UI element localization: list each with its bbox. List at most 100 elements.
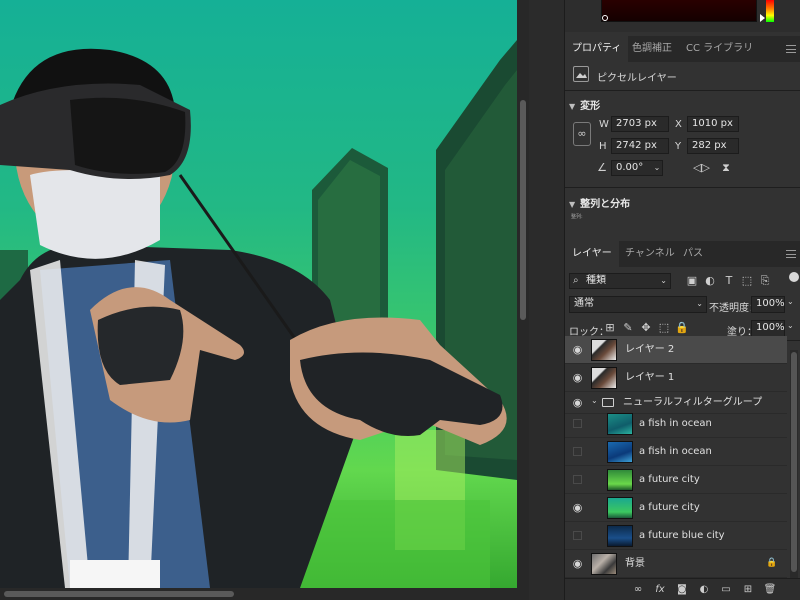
- document-canvas[interactable]: [0, 0, 517, 588]
- adjustment-filter-icon[interactable]: ◐: [703, 274, 717, 288]
- tab-paths[interactable]: パス: [676, 241, 710, 267]
- trash-icon[interactable]: 🗑: [763, 583, 777, 597]
- transform-section-header[interactable]: ▼ 変形: [569, 97, 600, 112]
- folder-icon[interactable]: ▭: [719, 583, 733, 597]
- width-field[interactable]: 2703 px: [611, 116, 669, 132]
- visibility-off-box[interactable]: [573, 419, 582, 428]
- hue-arrow-icon[interactable]: [760, 14, 765, 22]
- new-layer-icon[interactable]: ⊞: [741, 583, 755, 597]
- lock-icon: 🔒: [766, 558, 778, 568]
- y-field[interactable]: 282 px: [687, 138, 739, 154]
- blend-mode-select[interactable]: 通常 ⌄: [569, 296, 707, 313]
- panel-menu-icon[interactable]: [786, 250, 796, 258]
- left-controller: [97, 306, 184, 385]
- tab-channels[interactable]: チャンネル: [618, 241, 682, 267]
- layer-thumbnail: [591, 367, 617, 389]
- chevron-down-icon[interactable]: ⌄: [787, 321, 797, 330]
- color-field[interactable]: [601, 0, 757, 22]
- shape-filter-icon[interactable]: ⬚: [740, 274, 754, 288]
- pixel-filter-icon[interactable]: ▣: [685, 274, 699, 288]
- layer-row[interactable]: ◉ レイヤー 1: [565, 364, 787, 392]
- eye-icon[interactable]: ◉: [571, 396, 584, 409]
- link-icon[interactable]: ∞: [573, 122, 591, 146]
- align-section-header[interactable]: ▼ 整列と分布: [569, 195, 630, 210]
- layer-row[interactable]: a future city: [565, 466, 787, 494]
- flip-horizontal-icon[interactable]: ◁▷: [693, 161, 710, 175]
- chevron-down-icon[interactable]: ⌄: [651, 160, 663, 176]
- align-title: 整列と分布: [580, 199, 631, 210]
- layer-row[interactable]: a fish in ocean: [565, 438, 787, 466]
- layer-row[interactable]: a fish in ocean: [565, 410, 787, 438]
- layer-name: a fish in ocean: [639, 446, 712, 457]
- scroll-thumb[interactable]: [791, 352, 797, 572]
- layers-scrollbar[interactable]: [790, 350, 798, 580]
- layer-row[interactable]: a future blue city: [565, 522, 787, 550]
- transform-title: 変形: [580, 101, 601, 112]
- layer-thumbnail: [591, 553, 617, 575]
- layers-footer: ∞ fx ◙ ◐ ▭ ⊞ 🗑: [565, 578, 800, 600]
- eye-icon[interactable]: ◉: [571, 501, 584, 514]
- layer-thumbnail: [607, 441, 633, 463]
- canvas-horizontal-scrollbar[interactable]: [0, 588, 517, 600]
- fill-field[interactable]: 100%: [751, 320, 785, 337]
- tab-adjustments[interactable]: 色調補正: [625, 36, 679, 62]
- layer-thumbnail: [607, 497, 633, 519]
- filter-toggle-icon[interactable]: [789, 272, 799, 282]
- layer-row[interactable]: ◉ 背景 🔒: [565, 550, 787, 578]
- layer-name: レイヤー 2: [625, 344, 675, 355]
- angle-icon: ∠: [597, 161, 607, 174]
- scroll-thumb[interactable]: [520, 100, 526, 320]
- hue-slider[interactable]: [766, 0, 774, 22]
- tab-layers[interactable]: レイヤー: [565, 241, 619, 267]
- panel-menu-icon[interactable]: [786, 45, 796, 53]
- eye-icon[interactable]: ◉: [571, 343, 584, 356]
- mask-icon[interactable]: ◙: [675, 583, 689, 597]
- layer-name: a future blue city: [639, 530, 725, 541]
- align-sub-label: 整列:: [571, 214, 583, 220]
- x-label: X: [675, 119, 682, 130]
- canvas-vertical-scrollbar[interactable]: [517, 0, 529, 600]
- chevron-down-icon: ▼: [569, 200, 576, 209]
- layer-type-label: ピクセルレイヤー: [597, 73, 677, 84]
- layer-row[interactable]: ◉ a future city: [565, 494, 787, 522]
- w-label: W: [599, 119, 609, 130]
- h-label: H: [599, 141, 607, 152]
- height-field[interactable]: 2742 px: [611, 138, 669, 154]
- eye-icon[interactable]: ◉: [571, 371, 584, 384]
- x-field[interactable]: 1010 px: [687, 116, 739, 132]
- layer-name: 背景: [625, 558, 645, 569]
- color-panel: [565, 0, 800, 32]
- layer-name: a fish in ocean: [639, 418, 712, 429]
- visibility-off-box[interactable]: [573, 531, 582, 540]
- chevron-down-icon[interactable]: ⌄: [787, 297, 797, 306]
- chevron-down-icon: ▼: [569, 102, 576, 111]
- layer-row[interactable]: ◉ レイヤー 2: [565, 336, 787, 364]
- tab-cc-libraries[interactable]: CC ライブラリ: [679, 36, 760, 62]
- lock-position-icon[interactable]: ✥: [639, 321, 653, 335]
- right-panel: プロパティ 色調補正 CC ライブラリ ピクセルレイヤー ▼ 変形 ∞ W 270…: [565, 0, 800, 600]
- type-filter-icon[interactable]: T: [722, 274, 736, 288]
- properties-tabbar: プロパティ 色調補正 CC ライブラリ: [565, 36, 800, 62]
- smart-object-filter-icon[interactable]: ⎘: [758, 274, 772, 288]
- chevron-down-icon[interactable]: ⌄: [591, 396, 598, 405]
- scroll-thumb[interactable]: [4, 591, 234, 597]
- visibility-off-box[interactable]: [573, 447, 582, 456]
- layer-thumbnail: [607, 525, 633, 547]
- fx-icon[interactable]: fx: [653, 583, 667, 597]
- lock-artboard-icon[interactable]: ⬚: [657, 321, 671, 335]
- lock-transparent-icon[interactable]: ⊞: [603, 321, 617, 335]
- tab-properties[interactable]: プロパティ: [565, 36, 629, 62]
- opacity-field[interactable]: 100%: [751, 296, 785, 313]
- eye-icon[interactable]: ◉: [571, 557, 584, 570]
- visibility-off-box[interactable]: [573, 475, 582, 484]
- link-icon[interactable]: ∞: [631, 583, 645, 597]
- layer-filter-select[interactable]: ⌕ 種類 ⌄: [569, 273, 671, 289]
- color-picker-dot[interactable]: [602, 15, 608, 21]
- adjustment-icon[interactable]: ◐: [697, 583, 711, 597]
- pixel-layer-icon: [573, 66, 589, 82]
- layer-name: a future city: [639, 474, 700, 485]
- lock-all-icon[interactable]: 🔒: [675, 321, 689, 335]
- lock-paint-icon[interactable]: ✎: [621, 321, 635, 335]
- flip-vertical-icon[interactable]: ⧗: [719, 161, 733, 175]
- chevron-down-icon: ⌄: [660, 276, 667, 285]
